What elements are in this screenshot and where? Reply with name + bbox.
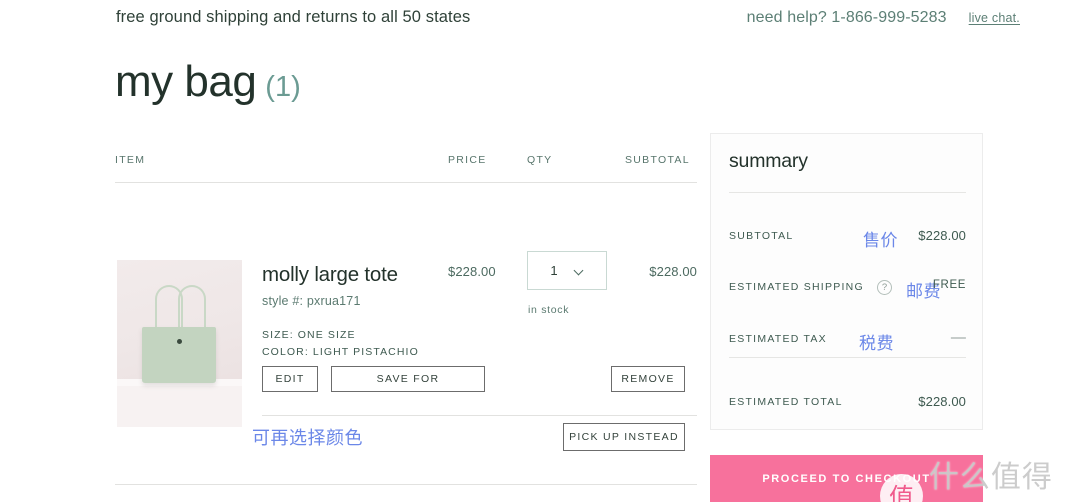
- help-icon[interactable]: ?: [877, 280, 892, 295]
- cart-section: ITEM PRICE QTY SUBTOTAL molly large tote…: [115, 133, 697, 502]
- annotation-tax-note: 税费: [859, 334, 894, 354]
- product-color: COLOR: LIGHT PISTACHIO: [262, 346, 419, 358]
- tote-handle-right: [178, 285, 206, 331]
- summary-label-shipping: ESTIMATED SHIPPING: [729, 281, 864, 293]
- pick-up-instead-button[interactable]: PICK UP INSTEAD: [563, 423, 685, 451]
- annotation-color-note: 可再选择颜色: [252, 428, 363, 449]
- product-subtotal: $228.00: [649, 264, 697, 279]
- live-chat-link[interactable]: live chat.: [969, 11, 1020, 25]
- page-title: my bag (1): [115, 60, 301, 104]
- column-header-price: PRICE: [448, 154, 487, 166]
- summary-value-total: $228.00: [918, 394, 966, 409]
- column-header-item: ITEM: [115, 154, 146, 166]
- help-group: need help? 1-866-999-5283 live chat.: [747, 9, 1020, 27]
- product-image-pedestal: [117, 379, 242, 427]
- annotation-subtotal-note: 售价: [863, 231, 898, 251]
- cart-page: free ground shipping and returns to all …: [0, 0, 1080, 502]
- edit-button[interactable]: EDIT: [262, 366, 318, 392]
- product-size: SIZE: ONE SIZE: [262, 329, 356, 341]
- page-title-text: my bag: [115, 57, 257, 106]
- summary-label-subtotal: SUBTOTAL: [729, 230, 794, 242]
- summary-row-shipping: ESTIMATED SHIPPING ? 邮费 FREE: [729, 279, 966, 302]
- summary-label-tax: ESTIMATED TAX: [729, 333, 827, 345]
- quantity-select[interactable]: 1: [527, 251, 607, 290]
- quantity-value: 1: [550, 263, 558, 278]
- summary-value-shipping: FREE: [932, 279, 966, 291]
- bag-item-count: (1): [265, 71, 301, 103]
- chevron-down-icon: [575, 266, 584, 275]
- summary-divider-top: [729, 192, 966, 193]
- stock-status: in stock: [528, 304, 570, 316]
- product-price: $228.00: [448, 264, 496, 279]
- item-row-divider: [262, 415, 697, 416]
- product-style-number: style #: pxrua171: [262, 294, 361, 308]
- summary-row-subtotal: SUBTOTAL 售价 $228.00: [729, 228, 966, 251]
- proceed-to-checkout-button[interactable]: PROCEED TO CHECKOUT: [710, 455, 983, 502]
- order-summary-panel: summary SUBTOTAL 售价 $228.00 ESTIMATED SH…: [710, 133, 983, 430]
- remove-button[interactable]: REMOVE: [611, 366, 685, 392]
- summary-row-tax: ESTIMATED TAX 税费 —: [729, 329, 966, 354]
- summary-label-total: ESTIMATED TOTAL: [729, 396, 843, 408]
- cart-item-row: molly large tote style #: pxrua171 SIZE:…: [115, 183, 697, 502]
- utility-bar: free ground shipping and returns to all …: [0, 8, 1080, 36]
- shipping-promo-message: free ground shipping and returns to all …: [116, 8, 471, 26]
- summary-row-total: ESTIMATED TOTAL $228.00: [729, 394, 966, 414]
- cart-column-headers: ITEM PRICE QTY SUBTOTAL: [115, 133, 697, 183]
- summary-value-subtotal: $228.00: [918, 228, 966, 243]
- checkout-button-label: PROCEED TO CHECKOUT: [762, 472, 931, 485]
- product-name[interactable]: molly large tote: [262, 263, 398, 287]
- tote-body: [142, 327, 216, 383]
- need-help-text: need help? 1-866-999-5283: [746, 9, 947, 26]
- summary-divider-bottom: [729, 357, 966, 358]
- save-for-later-button[interactable]: SAVE FOR: [331, 366, 485, 392]
- summary-title: summary: [729, 150, 808, 172]
- column-header-subtotal: SUBTOTAL: [625, 154, 690, 166]
- column-header-qty: QTY: [527, 154, 553, 166]
- product-image[interactable]: [117, 260, 242, 427]
- summary-value-tax: —: [950, 329, 966, 346]
- cart-bottom-divider: [115, 484, 697, 485]
